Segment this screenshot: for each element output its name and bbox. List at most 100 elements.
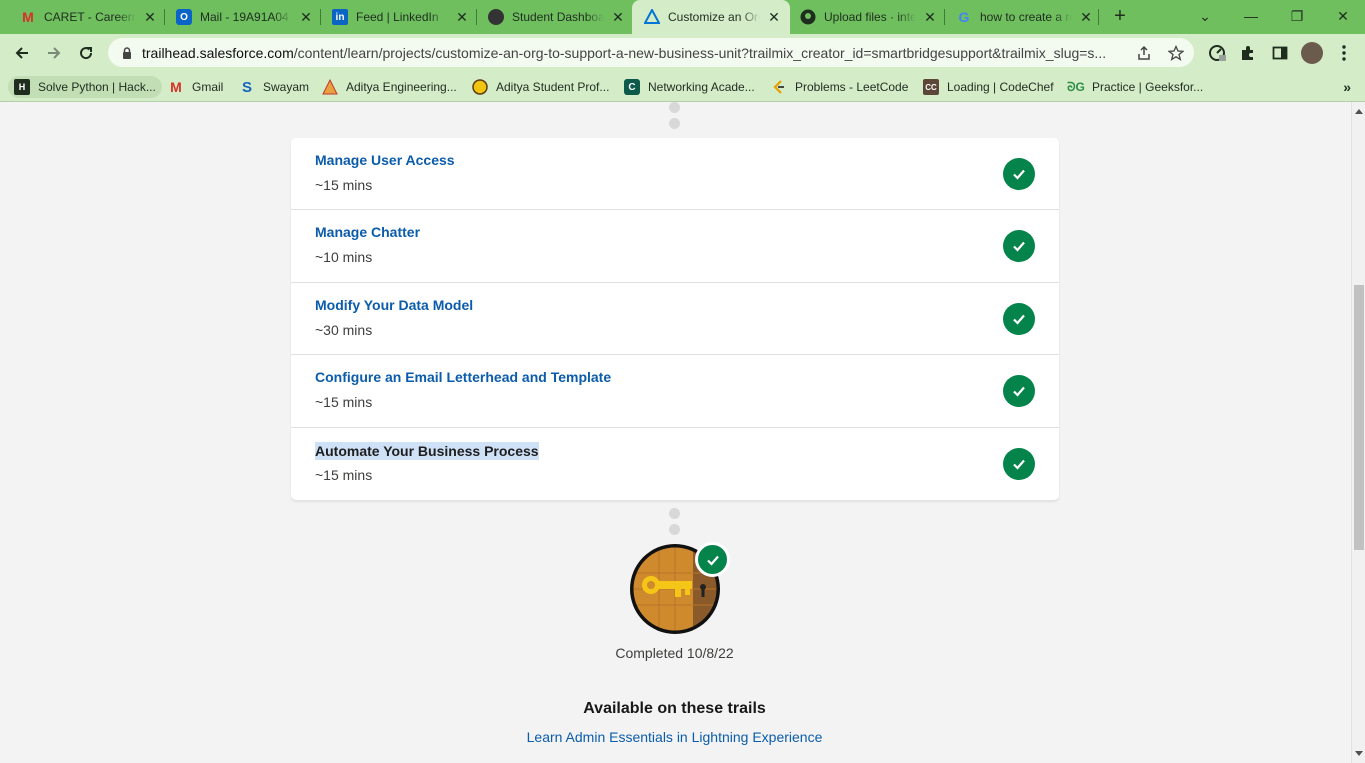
google-icon: G bbox=[958, 9, 970, 25]
tab-title: Mail - 19A91A04 bbox=[200, 10, 289, 24]
unit-duration: ~15 mins bbox=[315, 466, 373, 483]
completed-check-icon bbox=[1003, 447, 1035, 480]
unit-row: Modify Your Data Model ~30 mins bbox=[291, 283, 1059, 356]
close-icon[interactable]: ✕ bbox=[1078, 9, 1094, 26]
progress-dot bbox=[669, 118, 680, 129]
globe-icon bbox=[488, 9, 504, 25]
bookmark-aditya-engineering[interactable]: Aditya Engineering... bbox=[322, 76, 457, 98]
close-icon[interactable]: ✕ bbox=[922, 9, 938, 26]
gmail-icon: M bbox=[22, 9, 34, 25]
completed-check-icon bbox=[1003, 375, 1035, 408]
bookmark-leetcode[interactable]: Problems - LeetCode bbox=[771, 76, 908, 98]
tab-strip: M CARET - Careernet ✕ O Mail - 19A91A04 … bbox=[0, 0, 1365, 34]
trails-heading: Available on these trails bbox=[583, 700, 766, 717]
tab-github-upload[interactable]: Upload files · intern ✕ bbox=[788, 0, 946, 34]
gmail-icon: M bbox=[170, 79, 182, 95]
unit-link-manage-user-access[interactable]: Manage User Access bbox=[315, 152, 455, 168]
unit-duration: ~15 mins bbox=[315, 394, 373, 411]
tab-title: Upload files · intern bbox=[824, 10, 916, 24]
url-text: trailhead.salesforce.com/content/learn/p… bbox=[142, 45, 1107, 61]
extensions-icon[interactable] bbox=[1237, 42, 1259, 64]
address-bar[interactable]: trailhead.salesforce.com/content/learn/p… bbox=[108, 38, 1194, 67]
lock-icon bbox=[122, 46, 132, 64]
unit-link-email-letterhead[interactable]: Configure an Email Letterhead and Templa… bbox=[315, 369, 611, 385]
tab-google-search[interactable]: G how to create a repo ✕ bbox=[944, 0, 1102, 34]
swayam-icon: S bbox=[241, 78, 252, 96]
share-icon[interactable] bbox=[1134, 43, 1154, 63]
tab-title: Feed | LinkedIn bbox=[356, 10, 439, 24]
scroll-up-arrow[interactable] bbox=[1355, 109, 1363, 114]
completed-check-icon bbox=[1003, 230, 1035, 263]
bookmark-swayam[interactable]: S Swayam bbox=[239, 76, 309, 98]
unit-row: Manage Chatter ~10 mins bbox=[291, 210, 1059, 283]
performance-icon[interactable] bbox=[1206, 42, 1228, 64]
tab-title: Student Dashboard bbox=[512, 10, 604, 24]
cisco-icon: C bbox=[624, 79, 640, 95]
tab-title: CARET - Careernet bbox=[44, 10, 136, 24]
page-content: Manage User Access ~15 mins Manage Chatt… bbox=[0, 102, 1351, 763]
bookmark-gmail[interactable]: M Gmail bbox=[168, 76, 223, 98]
bookmark-hackerrank[interactable]: H Solve Python | Hack... bbox=[8, 76, 162, 98]
tab-title: Customize an Org bbox=[668, 10, 760, 24]
unit-link-automate-business-process[interactable]: Automate Your Business Process bbox=[315, 441, 539, 460]
bookmark-networking-academy[interactable]: C Networking Acade... bbox=[624, 76, 755, 98]
trail-link-admin-essentials[interactable]: Learn Admin Essentials in Lightning Expe… bbox=[0, 729, 1349, 745]
side-panel-icon[interactable] bbox=[1269, 42, 1291, 64]
back-button[interactable] bbox=[9, 40, 35, 66]
more-bookmarks-icon[interactable]: » bbox=[1343, 79, 1351, 95]
browser-toolbar: trailhead.salesforce.com/content/learn/p… bbox=[0, 34, 1365, 71]
close-icon[interactable]: ✕ bbox=[766, 9, 782, 26]
unit-row: Automate Your Business Process ~15 mins bbox=[291, 428, 1059, 500]
bookmark-star-icon[interactable] bbox=[1166, 43, 1186, 63]
restore-button[interactable]: ❐ bbox=[1285, 4, 1309, 28]
close-icon[interactable]: ✕ bbox=[298, 9, 314, 26]
outlook-icon: O bbox=[176, 9, 192, 25]
progress-dot bbox=[669, 524, 680, 535]
tab-title: how to create a repo bbox=[980, 10, 1072, 24]
scroll-down-arrow[interactable] bbox=[1355, 751, 1363, 756]
leetcode-icon bbox=[771, 79, 787, 95]
unit-link-manage-chatter[interactable]: Manage Chatter bbox=[315, 224, 420, 240]
trailhead-icon bbox=[644, 9, 660, 25]
unit-duration: ~10 mins bbox=[315, 249, 373, 266]
github-icon bbox=[800, 9, 816, 25]
completed-check-icon bbox=[1003, 158, 1035, 190]
close-icon[interactable]: ✕ bbox=[142, 9, 158, 26]
tab-mail[interactable]: O Mail - 19A91A04 ✕ bbox=[164, 0, 322, 34]
new-tab-button[interactable]: + bbox=[1108, 5, 1132, 29]
unit-duration: ~30 mins bbox=[315, 321, 373, 338]
completed-date: Completed 10/8/22 bbox=[615, 645, 734, 661]
linkedin-icon: in bbox=[332, 9, 348, 25]
bookmark-geeksforgeeks[interactable]: ᘐG Practice | Geeksfor... bbox=[1067, 76, 1203, 98]
tab-caret[interactable]: M CARET - Careernet ✕ bbox=[8, 0, 166, 34]
badge-completed-check-icon bbox=[695, 542, 730, 577]
unit-row: Configure an Email Letterhead and Templa… bbox=[291, 355, 1059, 428]
profile-avatar[interactable] bbox=[1301, 42, 1323, 64]
close-icon[interactable]: ✕ bbox=[454, 9, 470, 26]
tab-linkedin[interactable]: in Feed | LinkedIn ✕ bbox=[320, 0, 478, 34]
student-icon bbox=[472, 79, 488, 95]
unit-duration: ~15 mins bbox=[315, 177, 373, 193]
unit-list-card: Manage User Access ~15 mins Manage Chatt… bbox=[291, 138, 1059, 500]
vertical-scrollbar[interactable] bbox=[1351, 102, 1365, 763]
unit-row: Manage User Access ~15 mins bbox=[291, 138, 1059, 211]
tab-customize-org[interactable]: Customize an Org ✕ bbox=[632, 0, 790, 34]
college-icon bbox=[322, 79, 338, 95]
progress-dot bbox=[669, 102, 680, 113]
geeksforgeeks-icon: ᘐG bbox=[1067, 79, 1085, 94]
reload-button[interactable] bbox=[73, 40, 99, 66]
hackerrank-icon: H bbox=[14, 79, 30, 95]
unit-link-modify-data-model[interactable]: Modify Your Data Model bbox=[315, 297, 473, 313]
close-window-button[interactable]: ✕ bbox=[1331, 4, 1355, 28]
progress-dot bbox=[669, 508, 680, 519]
bookmark-aditya-student[interactable]: Aditya Student Prof... bbox=[472, 76, 609, 98]
tab-search-icon[interactable]: ⌄ bbox=[1193, 4, 1217, 28]
bookmark-codechef[interactable]: CC Loading | CodeChef bbox=[923, 76, 1054, 98]
forward-button[interactable] bbox=[41, 40, 67, 66]
minimize-button[interactable]: — bbox=[1239, 4, 1263, 28]
completed-check-icon bbox=[1003, 302, 1035, 335]
tab-student-dashboard[interactable]: Student Dashboard ✕ bbox=[476, 0, 634, 34]
scrollbar-thumb[interactable] bbox=[1354, 285, 1364, 550]
close-icon[interactable]: ✕ bbox=[610, 9, 626, 26]
menu-icon[interactable] bbox=[1333, 42, 1355, 64]
